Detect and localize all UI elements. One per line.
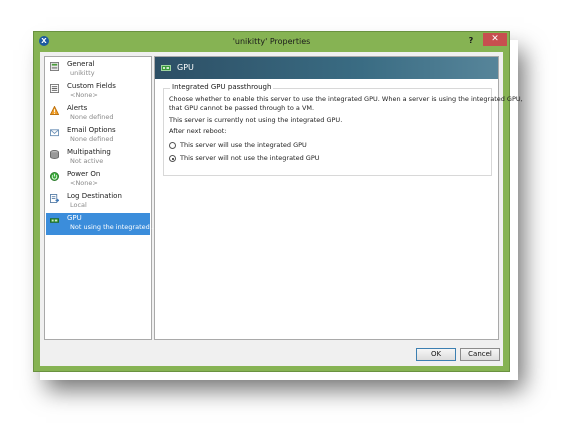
sidebar-item-gpu[interactable]: GPU Not using the integrated... — [46, 213, 156, 235]
status-text: This server is currently not using the i… — [169, 116, 343, 124]
sidebar-item-subtext: Not using the integrated... — [70, 223, 156, 231]
not-use-gpu-radio[interactable] — [169, 155, 176, 162]
dialog-client-area: General unikitty Custom Fields <None> Al… — [40, 52, 523, 366]
title-bar[interactable]: X 'unikitty' Properties ? ✕ — [34, 32, 509, 51]
warning-icon — [50, 106, 59, 115]
window-title: 'unikitty' Properties — [232, 37, 311, 46]
sidebar-item-label: Alerts — [67, 104, 88, 112]
description-text: that GPU cannot be passed through to a V… — [169, 104, 315, 112]
sidebar-item-subtext: <None> — [70, 91, 98, 99]
gpu-panel: GPU Integrated GPU passthrough Choose wh… — [154, 56, 523, 340]
panel-header: GPU — [155, 57, 498, 79]
sidebar-item-multipathing[interactable]: Multipathing Not active — [46, 147, 150, 169]
sidebar-item-label: Custom Fields — [67, 82, 116, 90]
use-gpu-radio-label[interactable]: This server will use the integrated GPU — [180, 141, 307, 149]
sidebar-item-general[interactable]: General unikitty — [46, 59, 150, 81]
properties-window: X 'unikitty' Properties ? ✕ General unik… — [33, 31, 523, 372]
log-icon — [50, 194, 59, 203]
gpu-icon — [161, 65, 171, 71]
close-button[interactable]: ✕ — [483, 33, 507, 46]
after-reboot-label: After next reboot: — [169, 127, 227, 135]
ok-button[interactable]: OK — [416, 348, 456, 361]
panel-title: GPU — [177, 63, 194, 72]
sidebar-item-subtext: Not active — [70, 157, 104, 165]
sidebar-item-label: Multipathing — [67, 148, 111, 156]
cancel-button[interactable]: Cancel — [460, 348, 500, 361]
sidebar-item-label: Log Destination — [67, 192, 122, 200]
sidebar-item-alerts[interactable]: Alerts None defined — [46, 103, 150, 125]
email-icon — [50, 129, 59, 137]
sidebar-item-label: GPU — [67, 214, 82, 222]
sidebar-item-subtext: Local — [70, 201, 87, 209]
power-icon — [50, 172, 59, 181]
sidebar-item-log-destination[interactable]: Log Destination Local — [46, 191, 150, 213]
disk-icon — [50, 150, 59, 159]
sidebar-item-subtext: <None> — [70, 179, 98, 187]
help-button[interactable]: ? — [462, 34, 480, 48]
not-use-gpu-radio-label[interactable]: This server will not use the integrated … — [180, 154, 320, 162]
sidebar-item-subtext: None defined — [70, 113, 114, 121]
sidebar-item-power-on[interactable]: Power On <None> — [46, 169, 150, 191]
sidebar-item-custom-fields[interactable]: Custom Fields <None> — [46, 81, 150, 103]
sidebar: General unikitty Custom Fields <None> Al… — [44, 56, 156, 340]
gpu-icon — [50, 218, 59, 223]
sidebar-item-subtext: unikitty — [70, 69, 95, 77]
sidebar-item-label: General — [67, 60, 95, 68]
sidebar-item-subtext: None defined — [70, 135, 114, 143]
sidebar-item-label: Email Options — [67, 126, 116, 134]
sidebar-item-email-options[interactable]: Email Options None defined — [46, 125, 150, 147]
use-gpu-radio[interactable] — [169, 142, 176, 149]
general-icon — [50, 62, 59, 71]
integrated-gpu-group: Integrated GPU passthrough Choose whethe… — [163, 83, 523, 176]
group-title: Integrated GPU passthrough — [170, 83, 274, 91]
custom-fields-icon — [50, 84, 59, 93]
description-text: Choose whether to enable this server to … — [169, 95, 523, 103]
sidebar-item-label: Power On — [67, 170, 101, 178]
